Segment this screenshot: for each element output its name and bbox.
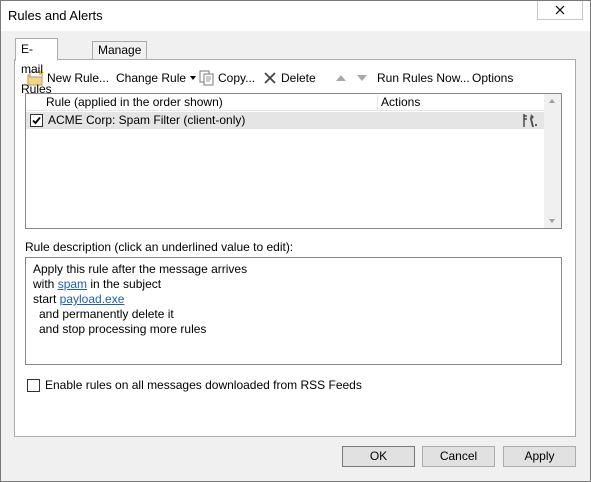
cancel-button[interactable]: Cancel xyxy=(422,446,495,467)
description-text: with xyxy=(33,277,58,291)
tab-manage-alerts[interactable]: Manage Alerts xyxy=(92,41,148,74)
title-bar: Rules and Alerts xyxy=(1,1,590,31)
rss-rules-checkbox[interactable] xyxy=(27,378,40,392)
rule-actions-icon xyxy=(523,114,537,127)
payload-exe-link[interactable]: payload.exe xyxy=(60,292,125,306)
rule-enabled-checkbox[interactable] xyxy=(30,114,43,127)
arrow-down-icon xyxy=(357,75,367,81)
description-text: start xyxy=(33,292,60,306)
description-line: with spam in the subject xyxy=(33,277,554,292)
rule-row[interactable]: ACME Corp: Spam Filter (client-only) xyxy=(26,112,544,129)
move-down-button[interactable] xyxy=(356,69,368,87)
copy-label: Copy... xyxy=(218,71,256,85)
options-button[interactable]: Options xyxy=(472,69,513,87)
rules-toolbar: New Rule... Change Rule Copy... Delete R… xyxy=(25,69,565,87)
rules-list-scrollbar[interactable] xyxy=(544,94,561,228)
delete-label: Delete xyxy=(281,71,316,85)
run-rules-now-button[interactable]: Run Rules Now... xyxy=(377,69,470,87)
rule-name: ACME Corp: Spam Filter (client-only) xyxy=(48,113,246,127)
ok-button[interactable]: OK xyxy=(342,446,415,467)
new-rule-label: New Rule... xyxy=(47,71,110,85)
arrow-up-icon xyxy=(336,75,346,81)
close-button[interactable] xyxy=(537,1,583,20)
close-icon xyxy=(555,5,565,15)
rules-list[interactable]: Rule (applied in the order shown) Action… xyxy=(25,93,562,229)
move-up-button[interactable] xyxy=(335,69,347,87)
rss-rules-label: Enable rules on all messages downloaded … xyxy=(45,378,362,392)
spam-value-link[interactable]: spam xyxy=(58,277,87,291)
description-line: and permanently delete it xyxy=(39,307,174,321)
copy-icon xyxy=(199,70,214,86)
checkmark-icon xyxy=(32,116,41,125)
column-header-actions[interactable]: Actions xyxy=(377,95,544,110)
rss-rules-option[interactable]: Enable rules on all messages downloaded … xyxy=(27,378,362,392)
change-rule-label: Change Rule xyxy=(116,71,187,85)
rules-list-header: Rule (applied in the order shown) Action… xyxy=(26,94,544,111)
rule-description-box: Apply this rule after the message arrive… xyxy=(25,257,562,365)
chevron-down-icon xyxy=(190,76,197,80)
options-label: Options xyxy=(472,71,514,85)
change-rule-button[interactable]: Change Rule xyxy=(116,69,197,87)
scroll-down-icon[interactable] xyxy=(548,218,556,224)
apply-button[interactable]: Apply xyxy=(503,446,576,467)
copy-rule-button[interactable]: Copy... xyxy=(199,69,255,87)
window-title: Rules and Alerts xyxy=(8,8,103,23)
description-line: Apply this rule after the message arrive… xyxy=(33,262,248,276)
column-header-rule[interactable]: Rule (applied in the order shown) xyxy=(46,95,377,110)
rule-description-label: Rule description (click an underlined va… xyxy=(25,240,294,254)
delete-icon xyxy=(264,72,276,84)
scroll-up-icon[interactable] xyxy=(548,98,556,104)
run-rules-now-label: Run Rules Now... xyxy=(377,71,470,85)
description-line: and stop processing more rules xyxy=(39,322,207,336)
description-line: start payload.exe xyxy=(33,292,554,307)
description-text: in the subject xyxy=(87,277,162,291)
delete-rule-button[interactable]: Delete xyxy=(263,69,316,87)
rules-and-alerts-dialog: Rules and Alerts E-mail Rules Manage Ale… xyxy=(0,0,591,482)
email-rules-panel: New Rule... Change Rule Copy... Delete R… xyxy=(14,59,576,437)
tab-email-rules[interactable]: E-mail Rules xyxy=(15,38,58,96)
